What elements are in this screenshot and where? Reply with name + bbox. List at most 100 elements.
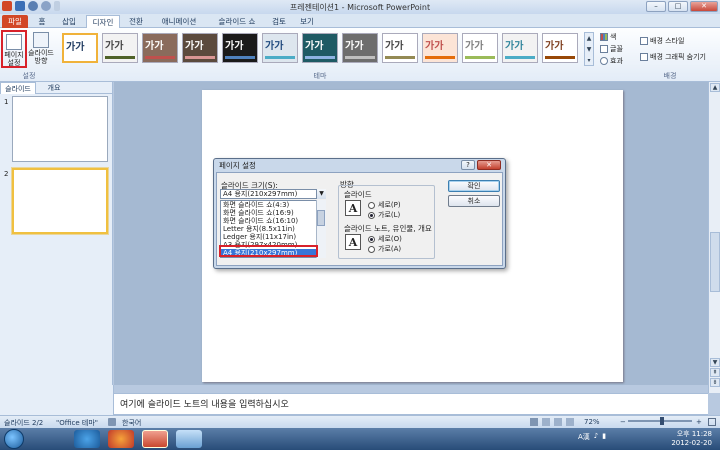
hide-background-label: 배경 그래픽 숨기기 bbox=[650, 53, 706, 61]
start-button[interactable] bbox=[4, 429, 24, 449]
firefox-icon[interactable] bbox=[108, 430, 134, 448]
tab-view[interactable]: 보기 bbox=[294, 15, 320, 28]
theme-thumbnail[interactable]: 가가 bbox=[182, 33, 218, 63]
slide-thumbnail-1[interactable] bbox=[12, 96, 108, 162]
scroll-up-icon[interactable]: ▲ bbox=[710, 83, 720, 92]
theme-thumbnail[interactable]: 가가 bbox=[142, 33, 178, 63]
slide-size-combobox[interactable]: A4 용지(210x297mm) bbox=[220, 189, 326, 199]
ribbon: 페이지 설정 슬라이드 방향 설정 ▲ ▼ ▾ 테마 색 글꼴 효과 배경 스타… bbox=[0, 28, 720, 82]
theme-indicator[interactable]: "Office 테마" bbox=[56, 418, 98, 428]
theme-thumbnail[interactable]: 가가 bbox=[342, 33, 378, 63]
dialog-close-button[interactable]: ✕ bbox=[477, 160, 501, 170]
clock[interactable]: 오후 11:28 2012-02-20 bbox=[671, 430, 712, 448]
network-icon[interactable]: ▮ bbox=[602, 432, 606, 442]
next-slide-icon[interactable]: ⇟ bbox=[710, 378, 720, 387]
theme-accent-band bbox=[105, 56, 135, 59]
gallery-up-icon[interactable]: ▲ bbox=[585, 33, 593, 44]
theme-thumbnail[interactable]: 가가 bbox=[102, 33, 138, 63]
powerpoint-taskbar-icon[interactable] bbox=[142, 430, 168, 448]
dialog-help-button[interactable]: ? bbox=[461, 160, 475, 170]
cancel-button[interactable]: 취소 bbox=[448, 195, 500, 207]
notes-portrait-radio[interactable]: 세로(O) bbox=[368, 234, 402, 244]
notes-portrait-label: 세로(O) bbox=[378, 235, 402, 243]
theme-fonts-button[interactable]: 글꼴 bbox=[600, 44, 623, 54]
minimize-button[interactable]: – bbox=[646, 1, 666, 12]
tab-review[interactable]: 검토 bbox=[266, 15, 292, 28]
fit-to-window-icon[interactable] bbox=[708, 418, 716, 426]
chevron-down-icon[interactable]: ▼ bbox=[316, 189, 326, 199]
size-option[interactable]: 화면 슬라이드 쇼(16:10) bbox=[221, 217, 325, 225]
theme-accent-band bbox=[185, 56, 215, 59]
notes-landscape-radio[interactable]: 가로(A) bbox=[368, 244, 401, 254]
theme-thumbnail[interactable]: 가가 bbox=[542, 33, 578, 63]
gallery-down-icon[interactable]: ▼ bbox=[585, 44, 593, 55]
zoom-out-icon[interactable]: − bbox=[620, 418, 626, 426]
slide-orientation-button[interactable]: 슬라이드 방향 bbox=[28, 30, 54, 68]
theme-thumbnail[interactable]: 가가 bbox=[62, 33, 98, 63]
slides-portrait-radio[interactable]: 세로(P) bbox=[368, 200, 401, 210]
slide-sorter-icon[interactable] bbox=[542, 418, 550, 426]
tab-home[interactable]: 홈 bbox=[32, 15, 52, 28]
gallery-more-icon[interactable]: ▾ bbox=[585, 55, 593, 66]
theme-accent-band bbox=[545, 56, 575, 59]
background-styles-label: 배경 스타일 bbox=[650, 37, 685, 45]
list-scroll-thumb[interactable] bbox=[317, 210, 325, 226]
tab-design[interactable]: 디자인 bbox=[86, 15, 120, 28]
slides-landscape-radio[interactable]: 가로(L) bbox=[368, 210, 400, 220]
zoom-in-icon[interactable]: + bbox=[696, 418, 702, 426]
slide-thumbnail-2[interactable] bbox=[12, 168, 108, 234]
theme-accent-band bbox=[345, 56, 375, 59]
tab-transitions[interactable]: 전환 bbox=[124, 15, 148, 28]
hide-background-graphics-checkbox[interactable]: 배경 그래픽 숨기기 bbox=[640, 52, 706, 62]
internet-explorer-icon[interactable] bbox=[74, 430, 100, 448]
size-option[interactable]: 화면 슬라이드 쇼(16:9) bbox=[221, 209, 325, 217]
volume-icon[interactable]: ♪ bbox=[594, 432, 598, 442]
notes-orientation-label: 슬라이드 노트, 유인물, 개요 bbox=[344, 224, 432, 233]
explorer-taskbar-icon[interactable] bbox=[176, 430, 202, 448]
theme-colors-button[interactable]: 색 bbox=[600, 32, 616, 42]
theme-thumbnail[interactable]: 가가 bbox=[382, 33, 418, 63]
tab-outline[interactable]: 개요 bbox=[36, 82, 72, 94]
theme-thumbnail[interactable]: 가가 bbox=[502, 33, 538, 63]
theme-thumbnail[interactable]: 가가 bbox=[462, 33, 498, 63]
tab-file[interactable]: 파일 bbox=[2, 15, 28, 28]
theme-thumbnail[interactable]: 가가 bbox=[302, 33, 338, 63]
notes-portrait-icon: A bbox=[345, 234, 361, 250]
language-indicator[interactable]: 한국어 bbox=[122, 418, 141, 428]
ime-indicator[interactable]: A漢 bbox=[578, 432, 590, 442]
theme-gallery-scroll[interactable]: ▲ ▼ ▾ bbox=[584, 32, 594, 66]
page-setup-button[interactable]: 페이지 설정 bbox=[1, 30, 27, 68]
slideshow-view-icon[interactable] bbox=[566, 418, 574, 426]
page-setup-label: 페이지 설정 bbox=[4, 51, 24, 67]
theme-thumbnail[interactable]: 가가 bbox=[422, 33, 458, 63]
size-option[interactable]: Letter 용지(8.5x11in) bbox=[221, 225, 325, 233]
taskbar bbox=[0, 428, 720, 450]
size-option[interactable]: 화면 슬라이드 쇼(4:3) bbox=[221, 201, 325, 209]
spellcheck-icon[interactable] bbox=[108, 418, 116, 426]
maximize-button[interactable]: □ bbox=[668, 1, 688, 12]
normal-view-icon[interactable] bbox=[530, 418, 538, 426]
notes-pane[interactable]: 여기에 슬라이드 노트의 내용을 입력하십시오 bbox=[114, 393, 708, 415]
size-option[interactable]: Ledger 용지(11x17in) bbox=[221, 233, 325, 241]
reading-view-icon[interactable] bbox=[554, 418, 562, 426]
theme-effects-button[interactable]: 효과 bbox=[600, 56, 623, 66]
theme-accent-band bbox=[225, 56, 255, 59]
tab-slides[interactable]: 슬라이드 bbox=[0, 82, 36, 94]
theme-thumbnail[interactable]: 가가 bbox=[262, 33, 298, 63]
vertical-scrollbar[interactable]: ▲ ▼ ⇞ ⇟ bbox=[708, 82, 720, 393]
previous-slide-icon[interactable]: ⇞ bbox=[710, 368, 720, 377]
zoom-level[interactable]: 72% bbox=[584, 418, 600, 426]
tab-insert[interactable]: 삽입 bbox=[56, 15, 82, 28]
close-button[interactable]: ✕ bbox=[690, 1, 718, 12]
tab-animations[interactable]: 애니메이션 bbox=[152, 15, 206, 28]
tab-slideshow[interactable]: 슬라이드 쇼 bbox=[210, 15, 264, 28]
ok-button[interactable]: 확인 bbox=[448, 180, 500, 192]
clock-time: 오후 11:28 bbox=[676, 430, 712, 438]
theme-thumbnail[interactable]: 가가 bbox=[222, 33, 258, 63]
theme-accent-band bbox=[385, 56, 415, 59]
scroll-thumb[interactable] bbox=[710, 232, 720, 292]
background-styles-button[interactable]: 배경 스타일 bbox=[640, 36, 684, 46]
scroll-down-icon[interactable]: ▼ bbox=[710, 358, 720, 367]
checkbox-icon bbox=[640, 53, 648, 61]
zoom-slider-thumb[interactable] bbox=[660, 417, 664, 425]
